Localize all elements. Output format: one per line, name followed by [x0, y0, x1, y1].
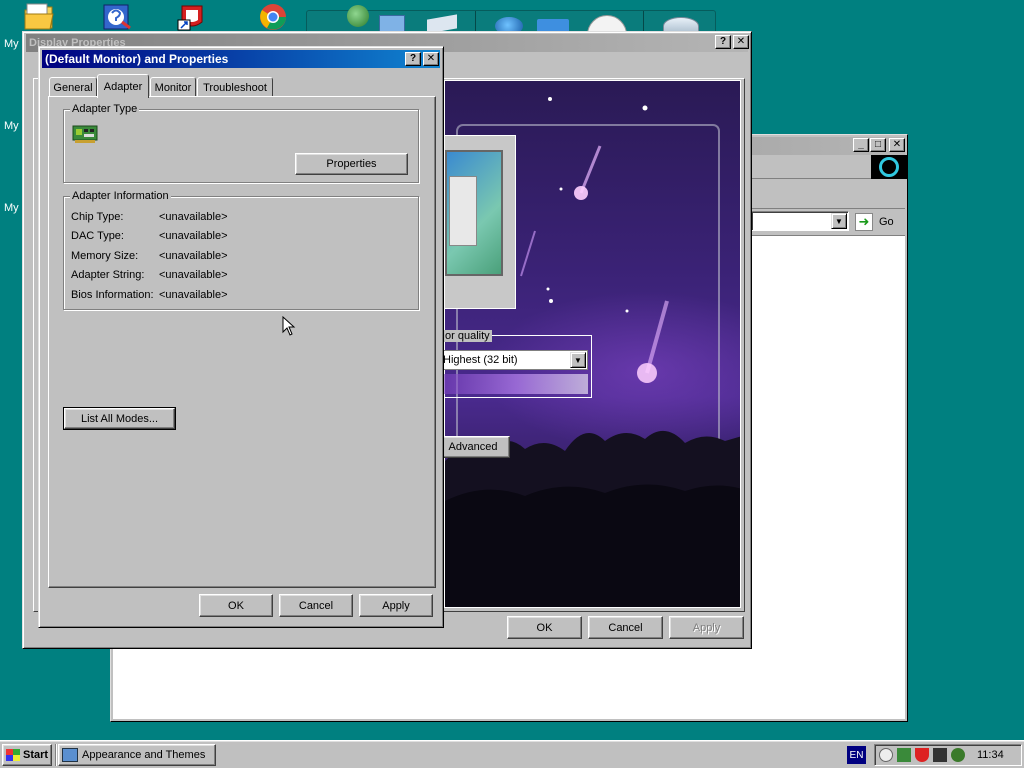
tab-general[interactable]: General: [49, 77, 97, 97]
browser-icon[interactable]: [256, 2, 290, 32]
dialog-title: (Default Monitor) and Properties: [45, 52, 229, 66]
address-dropdown-button[interactable]: ▼: [831, 213, 847, 229]
color-quality-label: or quality: [443, 330, 492, 342]
globe-icon[interactable]: [347, 5, 369, 27]
bios-information-value: <unavailable>: [159, 289, 228, 301]
tab-troubleshoot[interactable]: Troubleshoot: [197, 77, 273, 97]
help-button[interactable]: ?: [405, 52, 421, 66]
help-button[interactable]: ?: [715, 35, 731, 49]
display-ok-button[interactable]: OK: [507, 616, 582, 639]
memory-size-label: Memory Size:: [71, 250, 139, 262]
color-quality-select[interactable]: Highest (32 bit) ▼: [440, 350, 588, 370]
clock[interactable]: 11:34: [977, 749, 1004, 761]
windows-flag-icon: [6, 749, 20, 761]
go-arrow-icon: ➜: [855, 213, 873, 231]
desktop-icon-label[interactable]: My: [4, 202, 19, 214]
volume-icon[interactable]: [879, 748, 893, 762]
taskbar-separator: [55, 744, 57, 766]
color-bar: [444, 374, 588, 394]
chip-type-label: Chip Type:: [71, 211, 124, 223]
adapter-properties-button[interactable]: Properties: [295, 153, 408, 175]
apply-button[interactable]: Apply: [359, 594, 433, 617]
adapter-string-value: <unavailable>: [159, 269, 228, 281]
tab-adapter[interactable]: Adapter: [97, 74, 149, 98]
adapter-tab-panel: Adapter Type Properties Adapter Informat…: [48, 96, 436, 588]
control-panel-icon: [62, 748, 78, 762]
desktop-icon-label[interactable]: My: [4, 38, 19, 50]
go-button[interactable]: ➜ Go: [853, 211, 905, 233]
list-all-modes-button[interactable]: List All Modes...: [63, 407, 176, 430]
ok-button[interactable]: OK: [199, 594, 273, 617]
minimize-button[interactable]: _: [853, 138, 869, 152]
maximize-button[interactable]: □: [870, 138, 886, 152]
language-indicator[interactable]: EN: [847, 746, 866, 764]
start-button[interactable]: Start: [2, 744, 52, 766]
display-adapter-icon: [72, 124, 98, 144]
close-button[interactable]: ✕: [889, 138, 905, 152]
color-quality-dropdown-button[interactable]: ▼: [570, 352, 586, 368]
mouse-cursor-icon: [282, 315, 296, 336]
system-tray: 11:34: [874, 744, 1022, 766]
shield-icon[interactable]: [915, 748, 929, 762]
network-icon[interactable]: [897, 748, 911, 762]
go-label: Go: [879, 216, 894, 228]
bios-information-label: Bios Information:: [71, 289, 154, 301]
display-apply-button[interactable]: Apply: [669, 616, 744, 639]
tab-monitor[interactable]: Monitor: [150, 77, 196, 97]
close-button[interactable]: ✕: [733, 35, 749, 49]
taskbar: Start Appearance and Themes EN 11:34: [0, 740, 1024, 768]
memory-size-value: <unavailable>: [159, 250, 228, 262]
start-label: Start: [23, 749, 49, 761]
folder-icon[interactable]: [22, 2, 56, 32]
windows-logo-icon: [871, 155, 907, 179]
shortcut-icon[interactable]: [176, 2, 210, 32]
adapter-type-group: Adapter Type Properties: [63, 103, 419, 183]
dac-type-label: DAC Type:: [71, 230, 124, 242]
dac-type-value: <unavailable>: [159, 230, 228, 242]
advanced-button[interactable]: Advanced: [436, 436, 510, 458]
adapter-type-legend: Adapter Type: [70, 103, 140, 115]
adapter-string-label: Adapter String:: [71, 269, 145, 281]
taskbar-task-appearance-and-themes[interactable]: Appearance and Themes: [58, 744, 216, 766]
security-icon[interactable]: [951, 748, 965, 762]
usb-icon[interactable]: [933, 748, 947, 762]
chip-type-value: <unavailable>: [159, 211, 228, 223]
dialog-title-bar[interactable]: (Default Monitor) and Properties: [42, 50, 440, 68]
desktop-icon-label[interactable]: My: [4, 120, 19, 132]
monitor-thumbnail: [444, 135, 516, 309]
display-cancel-button[interactable]: Cancel: [588, 616, 663, 639]
cancel-button[interactable]: Cancel: [279, 594, 353, 617]
adapter-properties-dialog[interactable]: (Default Monitor) and Properties ? ✕ Gen…: [38, 46, 444, 628]
close-button[interactable]: ✕: [423, 52, 439, 66]
color-quality-value: Highest (32 bit): [443, 354, 518, 366]
adapter-information-legend: Adapter Information: [70, 190, 171, 202]
help-icon[interactable]: [100, 2, 134, 32]
